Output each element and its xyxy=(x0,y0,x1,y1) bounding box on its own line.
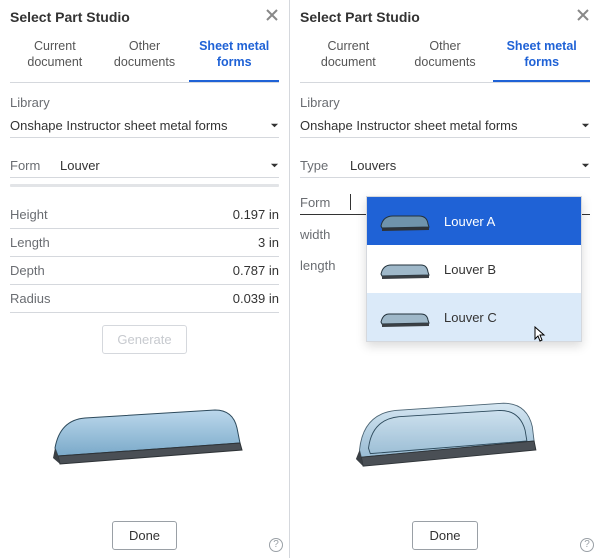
library-label: Library xyxy=(10,95,279,110)
property-list: Height 0.197 in Length 3 in Depth 0.787 … xyxy=(10,201,279,313)
help-icon[interactable]: ? xyxy=(580,538,594,552)
chevron-down-icon xyxy=(270,158,279,173)
property-row[interactable]: Depth 0.787 in xyxy=(10,257,279,285)
library-select[interactable]: Onshape Instructor sheet metal forms xyxy=(10,116,279,138)
type-value: Louvers xyxy=(350,158,581,173)
form-label: Form xyxy=(10,158,60,173)
type-label: Type xyxy=(300,158,350,173)
dropdown-option-label: Louver A xyxy=(444,214,495,229)
property-value: 3 in xyxy=(258,235,279,250)
panel-left: Select Part Studio Current document Othe… xyxy=(0,0,290,558)
tab-sheet-metal-forms[interactable]: Sheet metal forms xyxy=(189,33,279,82)
library-value: Onshape Instructor sheet metal forms xyxy=(10,118,270,133)
dropdown-option-louver-a[interactable]: Louver A xyxy=(367,197,581,245)
type-select[interactable]: Type Louvers xyxy=(300,156,590,178)
property-value: 0.787 in xyxy=(233,263,279,278)
louver-thumb-icon xyxy=(377,303,432,331)
property-label: Depth xyxy=(10,263,45,278)
panel-title: Select Part Studio xyxy=(10,9,130,25)
preview-3d[interactable] xyxy=(300,353,590,511)
tabs: Current document Other documents Sheet m… xyxy=(10,33,279,83)
form-label: Form xyxy=(300,195,350,210)
close-icon[interactable] xyxy=(576,8,590,25)
tabs: Current document Other documents Sheet m… xyxy=(300,33,590,83)
generate-button[interactable]: Generate xyxy=(102,325,186,354)
close-icon[interactable] xyxy=(265,8,279,25)
property-label: Radius xyxy=(10,291,50,306)
cursor-icon xyxy=(532,326,548,347)
chevron-down-icon xyxy=(581,158,590,173)
dropdown-option-louver-b[interactable]: Louver B xyxy=(367,245,581,293)
library-label: Library xyxy=(300,95,590,110)
done-button[interactable]: Done xyxy=(112,521,177,550)
property-value: 0.197 in xyxy=(233,207,279,222)
panel-title: Select Part Studio xyxy=(300,9,420,25)
done-button[interactable]: Done xyxy=(412,521,477,550)
tab-other-documents[interactable]: Other documents xyxy=(397,33,494,82)
dropdown-option-label: Louver C xyxy=(444,310,497,325)
property-row[interactable]: Height 0.197 in xyxy=(10,201,279,229)
preview-3d[interactable] xyxy=(10,354,279,511)
property-row[interactable]: Length 3 in xyxy=(10,229,279,257)
property-label: Height xyxy=(10,207,48,222)
library-value: Onshape Instructor sheet metal forms xyxy=(300,118,581,133)
louver-thumb-icon xyxy=(377,207,432,235)
help-icon[interactable]: ? xyxy=(269,538,283,552)
form-dropdown: Louver A Louver B Louver C xyxy=(366,196,582,342)
chevron-down-icon xyxy=(581,118,590,133)
form-select[interactable]: Form Louver xyxy=(10,156,279,178)
library-select[interactable]: Onshape Instructor sheet metal forms xyxy=(300,116,590,138)
form-value: Louver xyxy=(60,158,270,173)
tab-current-document[interactable]: Current document xyxy=(300,33,397,82)
divider xyxy=(10,184,279,187)
tab-current-document[interactable]: Current document xyxy=(10,33,100,82)
tab-sheet-metal-forms[interactable]: Sheet metal forms xyxy=(493,33,590,82)
louver-thumb-icon xyxy=(377,255,432,283)
property-row[interactable]: Radius 0.039 in xyxy=(10,285,279,313)
tab-other-documents[interactable]: Other documents xyxy=(100,33,190,82)
property-value: 0.039 in xyxy=(233,291,279,306)
chevron-down-icon xyxy=(270,118,279,133)
property-label: Length xyxy=(10,235,50,250)
panel-right: Select Part Studio Current document Othe… xyxy=(290,0,600,558)
dropdown-option-louver-c[interactable]: Louver C xyxy=(367,293,581,341)
dropdown-option-label: Louver B xyxy=(444,262,496,277)
